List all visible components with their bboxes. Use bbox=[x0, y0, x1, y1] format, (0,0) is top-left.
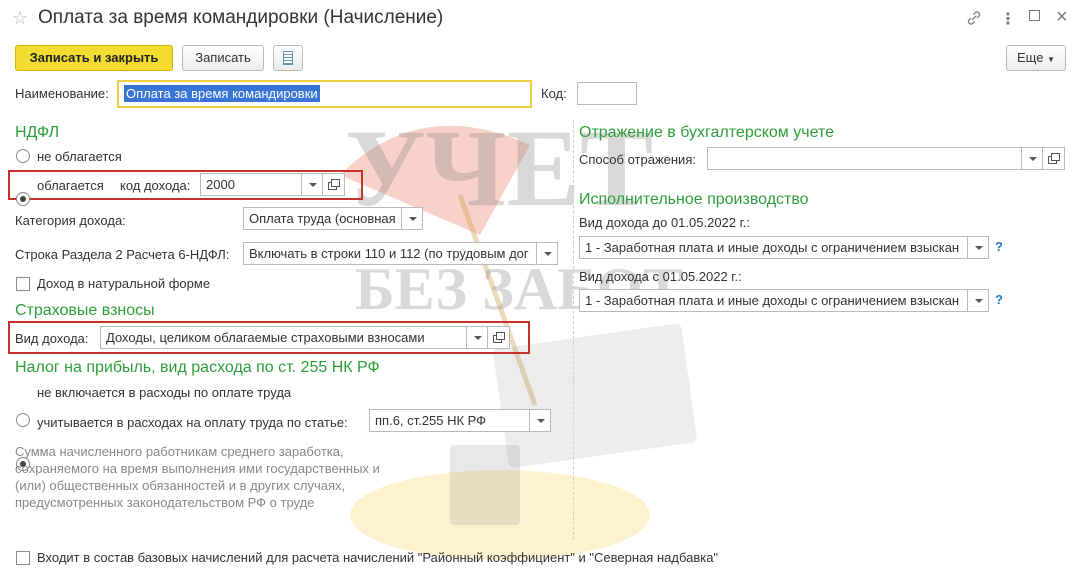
income-code-dropdown[interactable] bbox=[301, 173, 323, 196]
enforcement-after-help-icon[interactable]: ? bbox=[995, 292, 1003, 307]
profit-not-included-label[interactable]: не включается в расходы по оплате труда bbox=[37, 385, 291, 400]
income-code-open-button[interactable] bbox=[323, 173, 345, 196]
name-label: Наименование: bbox=[15, 86, 109, 101]
enforcement-before-help-icon[interactable]: ? bbox=[995, 239, 1003, 254]
base-accruals-checkbox[interactable] bbox=[16, 551, 30, 565]
accounting-heading: Отражение в бухгалтерском учете bbox=[579, 124, 834, 141]
insurance-income-type-dropdown[interactable] bbox=[466, 326, 488, 349]
ndfl-not-taxed-label[interactable]: не облагается bbox=[37, 149, 122, 164]
insurance-heading: Страховые взносы bbox=[15, 302, 155, 319]
accounting-method-input[interactable] bbox=[707, 147, 1021, 170]
income-code-label: код дохода: bbox=[120, 178, 191, 193]
row6-dropdown[interactable] bbox=[536, 242, 558, 265]
article-input[interactable]: пп.6, ст.255 НК РФ bbox=[369, 409, 529, 432]
report-button[interactable] bbox=[273, 45, 303, 71]
code-label: Код: bbox=[541, 86, 567, 101]
star-icon[interactable]: ☆ bbox=[12, 8, 28, 29]
category-input[interactable]: Оплата труда (основная bbox=[243, 207, 401, 230]
more-button-label: Еще bbox=[1017, 50, 1044, 65]
enforcement-after-input[interactable]: 1 - Заработная плата и иные доходы с огр… bbox=[579, 289, 967, 312]
enforcement-before-input[interactable]: 1 - Заработная плата и иные доходы с огр… bbox=[579, 236, 967, 259]
name-input-value: Оплата за время командировки bbox=[124, 85, 320, 102]
ndfl-not-taxed-radio[interactable] bbox=[16, 149, 30, 163]
profit-included-label[interactable]: учитывается в расходах на оплату труда п… bbox=[37, 415, 348, 430]
document-icon bbox=[283, 51, 293, 65]
profit-tax-note: Сумма начисленного работникам среднего з… bbox=[15, 444, 380, 510]
insurance-income-type-open-button[interactable] bbox=[488, 326, 510, 349]
income-code-input[interactable]: 2000 bbox=[200, 173, 301, 196]
ndfl-taxed-radio[interactable] bbox=[16, 192, 30, 206]
enforcement-heading: Исполнительное производство bbox=[579, 191, 809, 208]
base-accruals-label[interactable]: Входит в состав базовых начислений для р… bbox=[37, 550, 718, 565]
profit-tax-heading: Налог на прибыль, вид расхода по ст. 255… bbox=[15, 359, 380, 376]
category-field[interactable]: Оплата труда (основная bbox=[243, 207, 423, 230]
ndfl-heading: НДФЛ bbox=[15, 124, 60, 141]
article-dropdown[interactable] bbox=[529, 409, 551, 432]
enforcement-after-dropdown[interactable] bbox=[967, 289, 989, 312]
insurance-income-type-label: Вид дохода: bbox=[15, 331, 89, 346]
in-kind-label[interactable]: Доход в натуральной форме bbox=[37, 276, 210, 291]
enforcement-after-label: Вид дохода с 01.05.2022 г.: bbox=[579, 269, 742, 284]
profit-not-included-radio[interactable] bbox=[16, 413, 30, 427]
enforcement-before-label: Вид дохода до 01.05.2022 г.: bbox=[579, 215, 751, 230]
enforcement-before-dropdown[interactable] bbox=[967, 236, 989, 259]
save-and-close-button[interactable]: Записать и закрыть bbox=[15, 45, 173, 71]
category-dropdown[interactable] bbox=[401, 207, 423, 230]
accounting-method-open-button[interactable] bbox=[1043, 147, 1065, 170]
category-label: Категория дохода: bbox=[15, 213, 126, 228]
more-vertical-icon[interactable]: ⋮ bbox=[1000, 9, 1016, 29]
row6-field[interactable]: Включать в строки 110 и 112 (по трудовым… bbox=[243, 242, 558, 265]
income-code-field[interactable]: 2000 bbox=[200, 173, 345, 196]
ndfl-taxed-label[interactable]: облагается bbox=[37, 178, 104, 193]
enforcement-after-field[interactable]: 1 - Заработная плата и иные доходы с огр… bbox=[579, 289, 989, 312]
insurance-income-type-input[interactable]: Доходы, целиком облагаемые страховыми вз… bbox=[100, 326, 466, 349]
article-field[interactable]: пп.6, ст.255 НК РФ bbox=[369, 409, 551, 432]
window-title: Оплата за время командировки (Начисление… bbox=[38, 7, 444, 28]
name-input[interactable]: Оплата за время командировки bbox=[117, 80, 532, 108]
in-kind-checkbox[interactable] bbox=[16, 277, 30, 291]
code-input[interactable] bbox=[577, 82, 637, 105]
link-icon[interactable] bbox=[965, 9, 983, 32]
more-button[interactable]: Еще ▼ bbox=[1006, 45, 1066, 71]
close-icon[interactable]: × bbox=[1056, 6, 1068, 29]
maximize-icon[interactable] bbox=[1029, 10, 1040, 21]
chevron-down-icon: ▼ bbox=[1047, 55, 1055, 64]
row6-label: Строка Раздела 2 Расчета 6-НДФЛ: bbox=[15, 247, 230, 262]
accounting-method-dropdown[interactable] bbox=[1021, 147, 1043, 170]
accounting-method-field[interactable] bbox=[707, 147, 1065, 170]
enforcement-before-field[interactable]: 1 - Заработная плата и иные доходы с огр… bbox=[579, 236, 989, 259]
row6-input[interactable]: Включать в строки 110 и 112 (по трудовым… bbox=[243, 242, 536, 265]
column-divider bbox=[573, 120, 574, 540]
insurance-income-type-field[interactable]: Доходы, целиком облагаемые страховыми вз… bbox=[100, 326, 510, 349]
accounting-method-label: Способ отражения: bbox=[579, 152, 696, 167]
save-button[interactable]: Записать bbox=[182, 45, 264, 71]
